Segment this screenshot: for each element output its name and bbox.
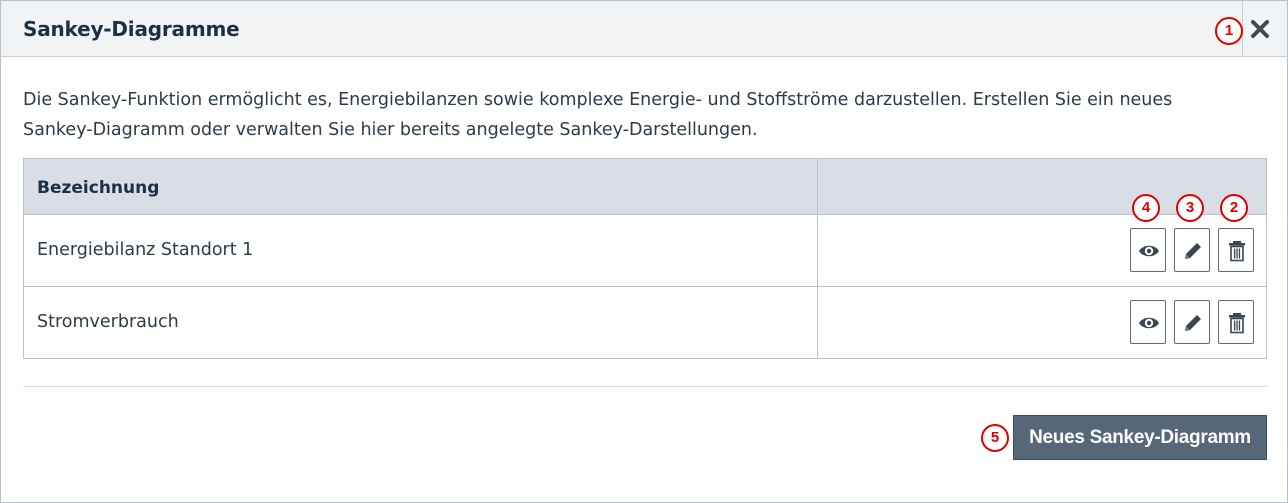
callout-marker-1: 1: [1215, 17, 1243, 45]
view-button[interactable]: [1130, 228, 1166, 272]
eye-icon: [1139, 245, 1159, 257]
new-sankey-diagram-button[interactable]: Neues Sankey-Diagramm: [1013, 415, 1267, 460]
dialog-header: Sankey-Diagramme: [1, 1, 1287, 57]
delete-button[interactable]: [1218, 300, 1254, 344]
view-button[interactable]: [1130, 300, 1166, 344]
table-header: Bezeichnung: [24, 159, 1266, 215]
dialog-title: Sankey-Diagramme: [23, 17, 240, 41]
pencil-icon: [1185, 315, 1201, 331]
sankey-dialog: Sankey-Diagramme 1 Die Sankey-Funktion e…: [0, 0, 1288, 503]
dialog-description: Die Sankey-Funktion ermöglicht es, Energ…: [23, 90, 1173, 140]
table-row: Stromverbrauch: [24, 287, 1266, 358]
trash-icon: [1229, 241, 1245, 262]
trash-icon: [1229, 313, 1245, 334]
sankey-table: Bezeichnung Energiebilanz Standort 1 Str…: [23, 158, 1267, 359]
close-icon[interactable]: [1250, 19, 1270, 39]
row-label: Energiebilanz Standort 1: [37, 240, 254, 260]
callout-marker-3: 3: [1176, 194, 1204, 222]
delete-button[interactable]: [1218, 228, 1254, 272]
callout-marker-4: 4: [1132, 194, 1160, 222]
eye-icon: [1139, 317, 1159, 329]
edit-button[interactable]: [1174, 300, 1210, 344]
column-header-bezeichnung: Bezeichnung: [37, 178, 160, 198]
callout-marker-5: 5: [981, 424, 1009, 452]
edit-button[interactable]: [1174, 228, 1210, 272]
row-label: Stromverbrauch: [37, 312, 179, 332]
callout-marker-2: 2: [1220, 194, 1248, 222]
table-row: Energiebilanz Standort 1: [24, 215, 1266, 287]
footer-separator: [23, 386, 1267, 387]
pencil-icon: [1185, 243, 1201, 259]
